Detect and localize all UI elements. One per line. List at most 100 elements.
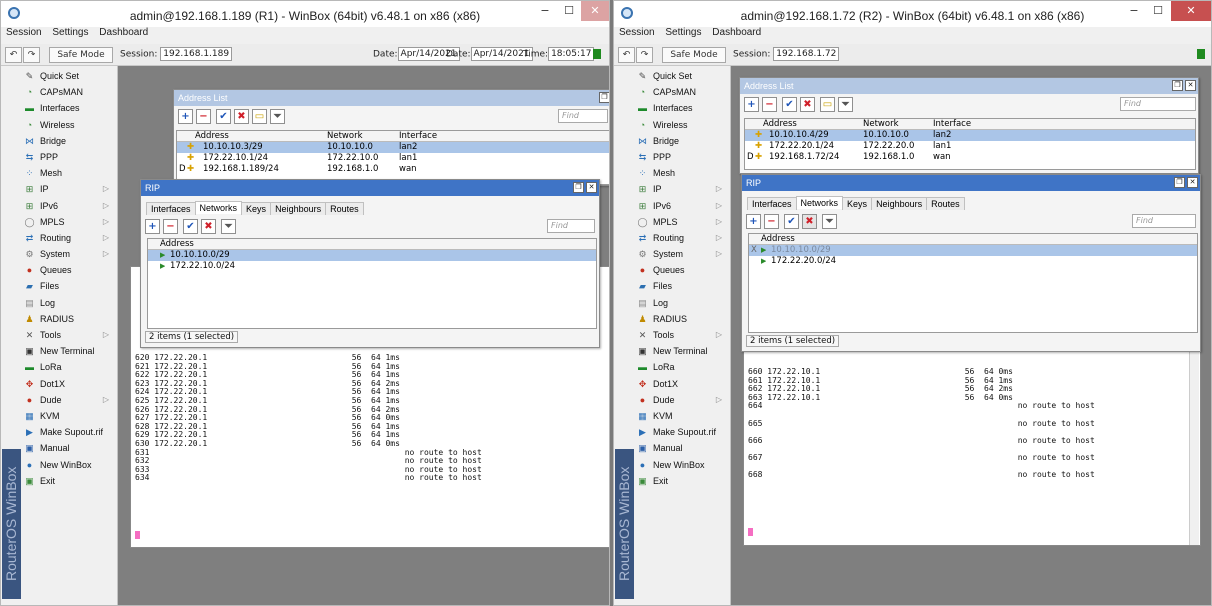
filter-icon[interactable]: ⏷ <box>270 109 285 124</box>
sidebar-item-log[interactable]: ▤ Log <box>636 295 730 311</box>
sidebar-item-mesh[interactable]: ⁘ Mesh <box>23 165 117 181</box>
sidebar-item-capsman[interactable]: ◔ CAPsMAN <box>23 84 117 100</box>
sidebar-item-dot1x[interactable]: ✥ Dot1X <box>23 376 117 392</box>
filter-icon[interactable]: ⏷ <box>221 219 236 234</box>
tab-interfaces[interactable]: Interfaces <box>747 197 797 210</box>
table-row[interactable]: ▶ 10.10.10.0/29 <box>148 250 596 261</box>
safe-mode-button[interactable]: Safe Mode <box>49 47 113 63</box>
enable-icon[interactable]: ✔ <box>183 219 198 234</box>
find-input[interactable]: Find <box>558 109 608 123</box>
restore-icon[interactable]: ❐ <box>1174 177 1185 188</box>
sidebar-item-wireless[interactable]: ◔ Wireless <box>636 117 730 133</box>
sidebar-item-ip[interactable]: ⊞ IP ▷ <box>636 181 730 197</box>
sidebar-item-kvm[interactable]: ▦ KVM <box>23 408 117 424</box>
enable-icon[interactable]: ✔ <box>782 97 797 112</box>
sidebar-item-ppp[interactable]: ⇆ PPP <box>636 149 730 165</box>
sidebar-item-files[interactable]: ▰ Files <box>23 278 117 294</box>
safe-mode-button[interactable]: Safe Mode <box>662 47 726 63</box>
close-icon[interactable]: ✕ <box>1187 177 1198 188</box>
sidebar-item-bridge[interactable]: ⋈ Bridge <box>636 133 730 149</box>
sidebar-item-mesh[interactable]: ⁘ Mesh <box>636 165 730 181</box>
minimize-button[interactable]: − <box>533 1 557 21</box>
sidebar-item-dude[interactable]: ● Dude ▷ <box>636 392 730 408</box>
tab-neighbours[interactable]: Neighbours <box>270 202 327 215</box>
sidebar-item-new-winbox[interactable]: ● New WinBox <box>23 457 117 473</box>
table-row[interactable]: D ✚ 192.168.1.189/24 192.168.1.0 wan <box>177 164 609 175</box>
sidebar-item-new-terminal[interactable]: ▣ New Terminal <box>23 343 117 359</box>
sidebar-item-ipv6[interactable]: ⊞ IPv6 ▷ <box>636 198 730 214</box>
redo-button[interactable]: ↷ <box>636 47 653 63</box>
menu-session[interactable]: Session <box>6 27 42 38</box>
menu-session[interactable]: Session <box>619 27 655 38</box>
column-header[interactable]: Address <box>195 131 229 142</box>
column-header[interactable]: Interface <box>933 119 971 130</box>
restore-icon[interactable]: ❐ <box>1172 80 1183 91</box>
table-row[interactable]: ▶ 172.22.10.0/24 <box>148 261 596 272</box>
menu-settings[interactable]: Settings <box>52 27 88 38</box>
sidebar-item-ppp[interactable]: ⇆ PPP <box>23 149 117 165</box>
sidebar-item-capsman[interactable]: ◔ CAPsMAN <box>636 84 730 100</box>
tab-interfaces[interactable]: Interfaces <box>146 202 196 215</box>
table-row[interactable]: D ✚ 192.168.1.72/24 192.168.1.0 wan <box>745 152 1195 163</box>
disable-icon[interactable]: ✖ <box>201 219 216 234</box>
filter-icon[interactable]: ⏷ <box>822 214 837 229</box>
sidebar-item-tools[interactable]: ✕ Tools ▷ <box>636 327 730 343</box>
find-input[interactable]: Find <box>1132 214 1196 228</box>
menu-dashboard[interactable]: Dashboard <box>99 27 148 38</box>
session-value[interactable]: 192.168.1.72 <box>773 47 840 61</box>
sidebar-item-wireless[interactable]: ◔ Wireless <box>23 117 117 133</box>
table-row[interactable]: ✚ 172.22.20.1/24 172.22.20.0 lan1 <box>745 141 1195 152</box>
filter-icon[interactable]: ⏷ <box>838 97 853 112</box>
sidebar-item-log[interactable]: ▤ Log <box>23 295 117 311</box>
column-header[interactable]: Network <box>327 131 363 142</box>
enable-icon[interactable]: ✔ <box>784 214 799 229</box>
column-header[interactable]: Network <box>863 119 899 130</box>
sidebar-item-interfaces[interactable]: ▬ Interfaces <box>636 100 730 116</box>
undo-button[interactable]: ↶ <box>618 47 635 63</box>
sidebar-item-interfaces[interactable]: ▬ Interfaces <box>23 100 117 116</box>
sidebar-item-ip[interactable]: ⊞ IP ▷ <box>23 181 117 197</box>
sidebar-item-quick-set[interactable]: ✎ Quick Set <box>23 68 117 84</box>
column-header[interactable]: Address <box>160 239 194 250</box>
sidebar-item-radius[interactable]: ♟ RADIUS <box>636 311 730 327</box>
comment-icon[interactable]: ▭ <box>820 97 835 112</box>
redo-button[interactable]: ↷ <box>23 47 40 63</box>
sidebar-item-new-terminal[interactable]: ▣ New Terminal <box>636 343 730 359</box>
sidebar-item-system[interactable]: ⚙ System ▷ <box>23 246 117 262</box>
column-header[interactable]: Address <box>761 234 795 245</box>
close-icon[interactable]: ✕ <box>1185 80 1196 91</box>
table-row[interactable]: ✚ 172.22.10.1/24 172.22.10.0 lan1 <box>177 153 609 164</box>
sidebar-item-quick-set[interactable]: ✎ Quick Set <box>636 68 730 84</box>
remove-icon[interactable]: − <box>163 219 178 234</box>
remove-icon[interactable]: − <box>764 214 779 229</box>
sidebar-item-exit[interactable]: ▣ Exit <box>23 473 117 489</box>
close-button[interactable]: ✕ <box>581 1 609 21</box>
maximize-button[interactable]: ☐ <box>557 1 581 21</box>
sidebar-item-make-supout-rif[interactable]: ▶ Make Supout.rif <box>23 424 117 440</box>
column-header[interactable]: Interface <box>399 131 437 142</box>
sidebar-item-routing[interactable]: ⇄ Routing ▷ <box>636 230 730 246</box>
sidebar-item-lora[interactable]: ▬ LoRa <box>23 359 117 375</box>
sidebar-item-new-winbox[interactable]: ● New WinBox <box>636 457 730 473</box>
sidebar-item-exit[interactable]: ▣ Exit <box>636 473 730 489</box>
remove-icon[interactable]: − <box>196 109 211 124</box>
add-icon[interactable]: + <box>145 219 160 234</box>
restore-icon[interactable]: ❐ <box>573 182 584 193</box>
menu-settings[interactable]: Settings <box>665 27 701 38</box>
comment-icon[interactable]: ▭ <box>252 109 267 124</box>
table-row[interactable]: ✚ 10.10.10.3/29 10.10.10.0 lan2 <box>177 142 609 153</box>
disable-icon[interactable]: ✖ <box>800 97 815 112</box>
undo-button[interactable]: ↶ <box>5 47 22 63</box>
session-value[interactable]: 192.168.1.189 <box>160 47 233 61</box>
disable-icon[interactable]: ✖ <box>802 214 817 229</box>
table-row[interactable]: X ▶ 10.10.10.0/29 <box>749 245 1197 256</box>
sidebar-item-mpls[interactable]: ◯ MPLS ▷ <box>636 214 730 230</box>
sidebar-item-dot1x[interactable]: ✥ Dot1X <box>636 376 730 392</box>
sidebar-item-manual[interactable]: ▣ Manual <box>23 440 117 456</box>
disable-icon[interactable]: ✖ <box>234 109 249 124</box>
add-icon[interactable]: + <box>746 214 761 229</box>
sidebar-item-mpls[interactable]: ◯ MPLS ▷ <box>23 214 117 230</box>
sidebar-item-bridge[interactable]: ⋈ Bridge <box>23 133 117 149</box>
sidebar-item-tools[interactable]: ✕ Tools ▷ <box>23 327 117 343</box>
maximize-button[interactable]: ☐ <box>1146 1 1170 21</box>
